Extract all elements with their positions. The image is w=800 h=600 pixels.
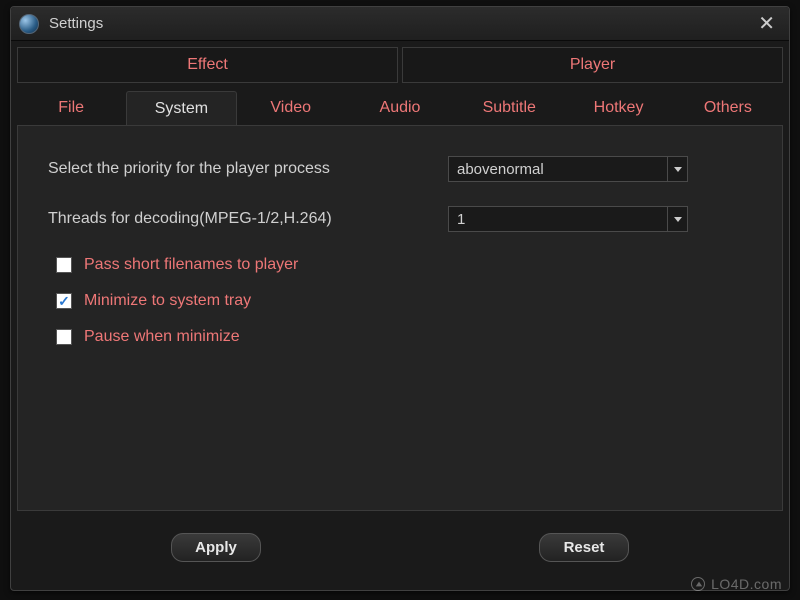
tab-effect[interactable]: Effect: [17, 47, 398, 83]
threads-select[interactable]: 1: [448, 206, 688, 232]
priority-value: abovenormal: [457, 161, 544, 178]
row-threads: Threads for decoding(MPEG-1/2,H.264) 1: [48, 206, 752, 232]
subtab-others[interactable]: Others: [674, 91, 783, 125]
priority-label: Select the priority for the player proce…: [48, 160, 448, 178]
label-pass-short-filenames[interactable]: Pass short filenames to player: [84, 256, 298, 274]
settings-panel: Select the priority for the player proce…: [17, 125, 783, 511]
checkbox-pass-short-filenames[interactable]: [56, 257, 72, 273]
checkbox-pause-minimize[interactable]: [56, 329, 72, 345]
window-title: Settings: [49, 15, 752, 32]
watermark-icon: [691, 577, 705, 591]
titlebar[interactable]: Settings ✕: [11, 7, 789, 41]
watermark-text: LO4D.com: [711, 576, 782, 592]
subtab-video[interactable]: Video: [237, 91, 346, 125]
tab-player[interactable]: Player: [402, 47, 783, 83]
button-row: Apply Reset: [11, 517, 789, 562]
subtab-hotkey[interactable]: Hotkey: [564, 91, 673, 125]
check-icon: ✓: [58, 294, 70, 308]
main-tab-bar: Effect Player: [17, 47, 783, 83]
chevron-down-icon: [667, 157, 687, 181]
row-minimize-tray: ✓ Minimize to system tray: [56, 292, 752, 310]
checkbox-minimize-tray[interactable]: ✓: [56, 293, 72, 309]
subtab-file[interactable]: File: [17, 91, 126, 125]
sub-tab-bar: File System Video Audio Subtitle Hotkey …: [17, 91, 783, 125]
settings-window: Settings ✕ Effect Player File System Vid…: [10, 6, 790, 591]
label-minimize-tray[interactable]: Minimize to system tray: [84, 292, 251, 310]
subtab-system[interactable]: System: [126, 91, 236, 125]
apply-button[interactable]: Apply: [171, 533, 261, 562]
reset-button[interactable]: Reset: [539, 533, 629, 562]
row-priority: Select the priority for the player proce…: [48, 156, 752, 182]
app-icon: [19, 14, 39, 34]
row-pass-short-filenames: Pass short filenames to player: [56, 256, 752, 274]
chevron-down-icon: [667, 207, 687, 231]
priority-select[interactable]: abovenormal: [448, 156, 688, 182]
threads-label: Threads for decoding(MPEG-1/2,H.264): [48, 210, 448, 228]
threads-value: 1: [457, 211, 465, 228]
close-icon[interactable]: ✕: [752, 9, 781, 38]
label-pause-minimize[interactable]: Pause when minimize: [84, 328, 240, 346]
subtab-subtitle[interactable]: Subtitle: [455, 91, 564, 125]
watermark: LO4D.com: [691, 576, 782, 592]
subtab-audio[interactable]: Audio: [346, 91, 455, 125]
row-pause-minimize: Pause when minimize: [56, 328, 752, 346]
